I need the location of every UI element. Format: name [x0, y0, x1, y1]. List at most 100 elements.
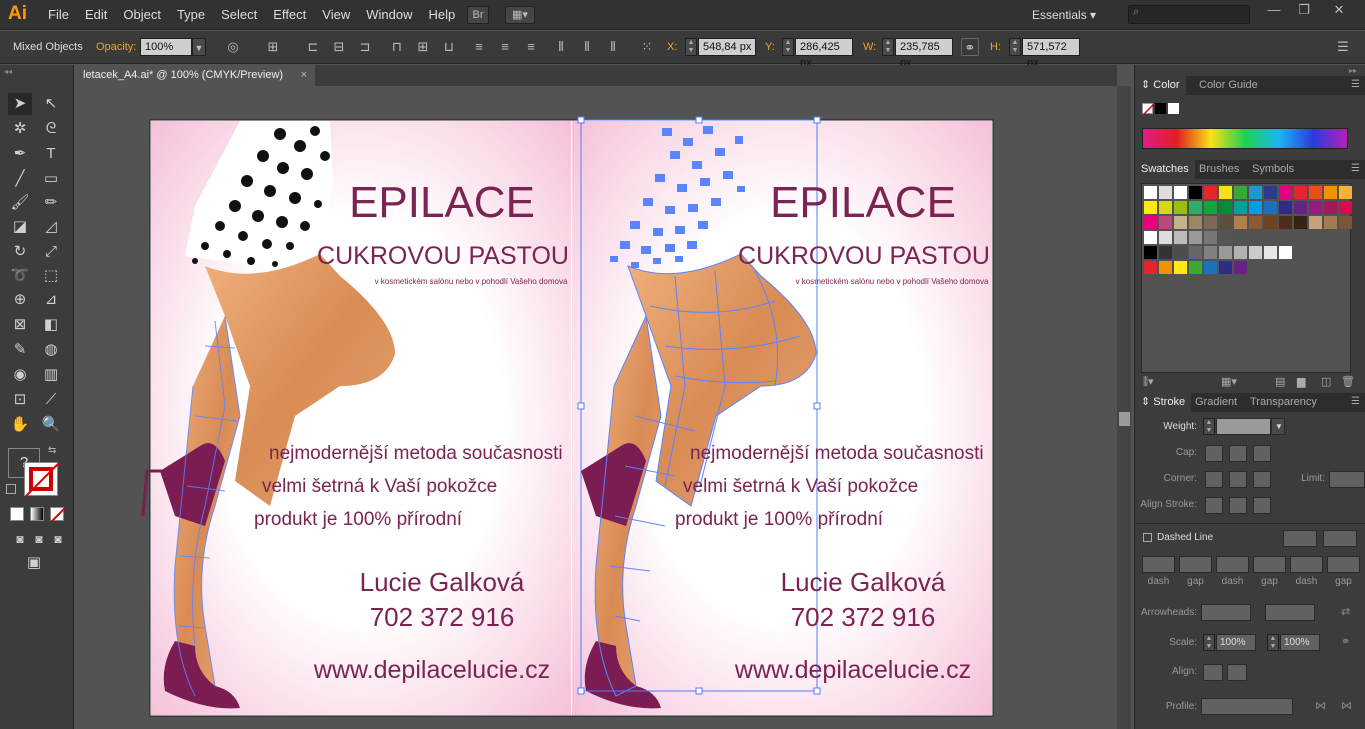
swatch-chip[interactable]: [1159, 186, 1172, 199]
search-input[interactable]: [1149, 7, 1247, 22]
swap-fill-stroke-icon[interactable]: ⇆: [48, 445, 56, 456]
direct-selection-tool-icon[interactable]: ↖: [39, 93, 63, 115]
swatch-chip[interactable]: [1204, 261, 1217, 274]
perspective-grid-tool-icon[interactable]: ⊿: [39, 289, 63, 311]
miter-join-icon[interactable]: [1205, 471, 1223, 488]
dash1-field[interactable]: [1142, 556, 1175, 573]
zoom-tool-icon[interactable]: 🔍: [39, 414, 63, 436]
lasso-tool-icon[interactable]: ᘓ: [39, 118, 63, 140]
swatch-chip[interactable]: [1189, 201, 1202, 214]
color-spectrum[interactable]: [1142, 128, 1348, 149]
arrow-align-extend-icon[interactable]: [1203, 664, 1223, 681]
weight-field[interactable]: [1216, 418, 1271, 435]
link-scale-icon[interactable]: ⚭: [1341, 635, 1350, 648]
align-center-icon[interactable]: ⊟: [330, 38, 348, 56]
reference-point-icon[interactable]: ⁙: [638, 38, 656, 56]
collapse-tools-icon[interactable]: ◂◂: [4, 67, 12, 76]
distribute-bottom-icon[interactable]: ≡: [522, 38, 540, 56]
swatch-chip[interactable]: [1279, 246, 1292, 259]
swatch-chip[interactable]: [1264, 201, 1277, 214]
restore-icon[interactable]: ❐: [1290, 2, 1318, 20]
menu-select[interactable]: Select: [213, 0, 265, 30]
type-tool-icon[interactable]: T: [39, 143, 63, 165]
swatch-chip[interactable]: [1159, 261, 1172, 274]
swatch-chip[interactable]: [1174, 246, 1187, 259]
x-stepper[interactable]: ▲ ▼: [685, 38, 697, 56]
swatch-chip[interactable]: [1189, 186, 1202, 199]
line-tool-icon[interactable]: ╱: [8, 168, 32, 190]
stroke-swatch-icon[interactable]: [24, 462, 59, 497]
swatch-chip[interactable]: [1189, 261, 1202, 274]
swatch-chip[interactable]: [1339, 216, 1352, 229]
swap-arrowheads-icon[interactable]: ⇄: [1341, 605, 1350, 618]
color-panel-menu-icon[interactable]: ☰: [1351, 79, 1360, 90]
paintbrush-tool-icon[interactable]: 🖌: [8, 192, 32, 214]
align-top-icon[interactable]: ⊓: [388, 38, 406, 56]
profile-select[interactable]: [1201, 698, 1293, 715]
swatch-chip[interactable]: [1249, 201, 1262, 214]
swatch-chip[interactable]: [1294, 186, 1307, 199]
swatch-chip[interactable]: [1219, 261, 1232, 274]
y-stepper[interactable]: ▲ ▼: [782, 38, 794, 56]
swatch-chip[interactable]: [1279, 216, 1292, 229]
close-window-icon[interactable]: ✕: [1325, 2, 1353, 20]
weight-stepper[interactable]: ▲ ▼: [1203, 418, 1215, 435]
pencil-tool-icon[interactable]: ✏: [39, 192, 63, 214]
swatch-chip[interactable]: [1174, 216, 1187, 229]
artboard-tool-icon[interactable]: ⊡: [8, 389, 32, 411]
swatch-options-icon[interactable]: ▤: [1275, 375, 1285, 388]
transform-reference-icon[interactable]: ⊞: [264, 38, 282, 56]
mesh-tool-icon[interactable]: ⊠: [8, 314, 32, 336]
align-stroke-inside-icon[interactable]: [1229, 497, 1247, 514]
align-right-icon[interactable]: ⊐: [356, 38, 374, 56]
swatch-chip[interactable]: [1249, 186, 1262, 199]
help-search[interactable]: ⌕: [1128, 5, 1250, 24]
color-black-swatch[interactable]: [1155, 103, 1166, 114]
column-graph-tool-icon[interactable]: ▥: [39, 364, 63, 386]
swatch-chip[interactable]: [1159, 231, 1172, 244]
close-tab-icon[interactable]: ×: [301, 65, 307, 85]
rectangle-tool-icon[interactable]: ▭: [39, 168, 63, 190]
align-left-icon[interactable]: ⊏: [304, 38, 322, 56]
opacity-field[interactable]: 100%: [140, 38, 192, 56]
tab-transparency[interactable]: Transparency: [1244, 393, 1323, 412]
swatch-libraries-icon[interactable]: ⫼▾: [1143, 375, 1154, 389]
vertical-scroll-thumb[interactable]: [1119, 412, 1130, 426]
swatch-chip[interactable]: [1279, 201, 1292, 214]
swatch-chip[interactable]: [1309, 216, 1322, 229]
stroke-panel-menu-icon[interactable]: ☰: [1351, 396, 1360, 407]
color-mode-icon[interactable]: [10, 507, 24, 521]
swatch-chip[interactable]: [1294, 216, 1307, 229]
swatch-chip[interactable]: [1264, 246, 1277, 259]
dash-preserve-icon[interactable]: [1283, 530, 1317, 547]
butt-cap-icon[interactable]: [1205, 445, 1223, 462]
swatch-chip[interactable]: [1144, 231, 1157, 244]
swatch-chip[interactable]: [1189, 246, 1202, 259]
collapse-panels-icon[interactable]: ▸▸: [1349, 66, 1357, 75]
swatch-chip[interactable]: [1234, 216, 1247, 229]
pen-tool-icon[interactable]: ✒: [8, 143, 32, 165]
distribute-top-icon[interactable]: ≡: [470, 38, 488, 56]
swatch-chip[interactable]: [1234, 261, 1247, 274]
swatch-chip[interactable]: [1189, 216, 1202, 229]
opacity-dropdown-icon[interactable]: ▼: [192, 38, 206, 56]
tab-stroke[interactable]: ⇕ Stroke: [1135, 393, 1192, 412]
symbol-sprayer-tool-icon[interactable]: ◉: [8, 364, 32, 386]
align-bottom-icon[interactable]: ⊔: [440, 38, 458, 56]
swatch-chip[interactable]: [1219, 216, 1232, 229]
scale2-stepper[interactable]: ▲ ▼: [1267, 634, 1279, 651]
dash3-field[interactable]: [1290, 556, 1323, 573]
menu-view[interactable]: View: [314, 0, 358, 30]
scale1-stepper[interactable]: ▲ ▼: [1203, 634, 1215, 651]
swatch-chip[interactable]: [1234, 246, 1247, 259]
dashed-line-checkbox[interactable]: [1143, 533, 1152, 542]
slice-tool-icon[interactable]: ⟋: [39, 389, 63, 411]
show-swatch-kinds-icon[interactable]: ▦▾: [1221, 375, 1237, 388]
swatch-chip[interactable]: [1264, 216, 1277, 229]
swatch-chip[interactable]: [1144, 261, 1157, 274]
tab-gradient[interactable]: Gradient: [1189, 393, 1243, 412]
delete-swatch-icon[interactable]: 🗑: [1341, 375, 1355, 388]
swatch-chip[interactable]: [1144, 216, 1157, 229]
swatch-chip[interactable]: [1219, 231, 1232, 244]
new-color-group-icon[interactable]: ▆: [1297, 375, 1305, 388]
